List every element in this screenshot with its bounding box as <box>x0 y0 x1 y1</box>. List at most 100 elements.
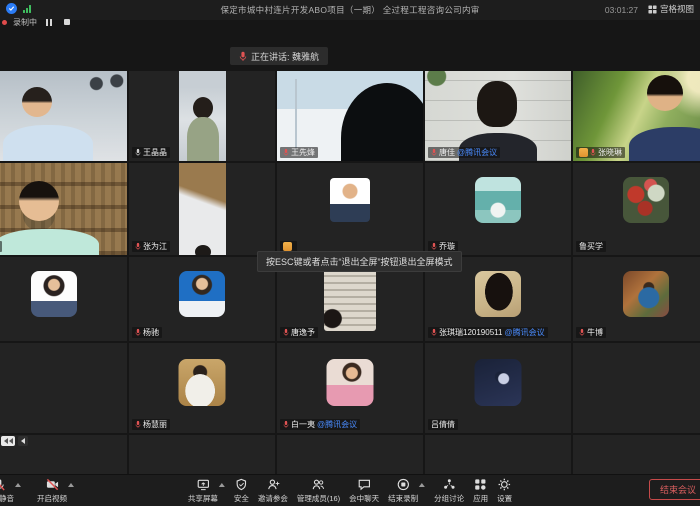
toolbar-center-group: 共享屏幕安全邀请参会管理成员(16) 会中聊天结束录制 分组讨论应用设置 <box>188 478 512 504</box>
meeting-title: 保定市城中村连片开发ABO项目（一期） 全过程工程咨询公司内审 <box>0 4 700 16</box>
exit-fullscreen-toast: 按ESC键或者点击“退出全屏”按钮退出全屏模式 <box>257 251 462 272</box>
participant-avatar <box>330 178 370 222</box>
participant-avatar <box>475 359 522 406</box>
participant-tile[interactable] <box>0 343 127 433</box>
toolbar-button-label: 设置 <box>497 493 512 504</box>
meeting-timer: 03:01:27 <box>605 5 638 15</box>
participant-tile[interactable] <box>277 163 423 255</box>
participant-name-label: 魏雅航 <box>0 241 2 252</box>
view-switch-button[interactable]: 宫格视图 <box>648 3 694 15</box>
chevron-up-icon[interactable] <box>68 483 74 487</box>
participant-tile[interactable]: 唐佳@腾讯会议 <box>425 71 571 161</box>
camera-off-icon <box>46 478 59 491</box>
record-stop-button[interactable]: 结束录制 <box>388 478 418 504</box>
toolbar-button-label: 解除静音 <box>0 493 14 504</box>
breakout-button[interactable]: 分组讨论 <box>434 478 464 504</box>
participant-avatar <box>623 177 669 223</box>
toolbar-button-label: 应用 <box>473 493 488 504</box>
toolbar-button-label: 结束录制 <box>388 493 418 504</box>
record-stop-icon <box>397 478 410 491</box>
mic-active-icon <box>239 51 247 62</box>
share-screen-icon <box>196 478 209 491</box>
participant-avatar <box>179 271 225 317</box>
share-screen-button[interactable]: 共享屏幕 <box>188 478 218 504</box>
participant-video <box>0 163 127 255</box>
mic-muted-icon <box>135 328 141 337</box>
participant-tile[interactable]: 魏雅航 <box>0 163 127 255</box>
toolbar-button-label: 会中聊天 <box>349 493 379 504</box>
gear-icon <box>498 478 511 491</box>
participant-avatar <box>327 359 374 406</box>
participant-tile[interactable] <box>0 257 127 341</box>
participant-tile[interactable]: 吕倩倩 <box>425 343 571 433</box>
gear-button[interactable]: 设置 <box>497 478 512 504</box>
shield-icon <box>235 478 248 491</box>
recording-label: 录制中 <box>13 17 37 28</box>
participant-name-label: 鲁买学 <box>576 241 606 252</box>
apps-icon <box>474 478 487 491</box>
participant-video-portrait <box>179 163 226 255</box>
participant-avatar <box>31 271 77 317</box>
mic-muted-icon <box>579 328 585 337</box>
mic-muted-icon <box>283 328 289 337</box>
members-icon <box>312 478 325 491</box>
members-button[interactable]: 管理成员(16) <box>297 478 340 504</box>
chevron-up-icon[interactable] <box>15 483 21 487</box>
chevron-up-icon[interactable] <box>219 483 225 487</box>
toolbar-button-label: 分组讨论 <box>434 493 464 504</box>
participant-name-label: 王先烽 <box>280 147 318 158</box>
participant-tile[interactable]: 王先烽 <box>277 71 423 161</box>
title-bar: 保定市城中村连片开发ABO项目（一期） 全过程工程咨询公司内审 03:01:27… <box>0 0 700 20</box>
participant-name-label: 白一夷@腾讯会议 <box>280 419 360 430</box>
gallery-pager <box>1 436 28 446</box>
mic-off-icon <box>0 478 6 491</box>
participant-tile[interactable]: 张为江 <box>129 163 275 255</box>
pause-recording-button[interactable] <box>43 17 55 27</box>
participant-name-label: 张晓琳 <box>576 147 625 158</box>
participant-video <box>0 71 127 161</box>
participant-name-label: 牛博 <box>576 327 606 338</box>
grid-view-icon <box>648 5 657 14</box>
mic-off-button[interactable]: 解除静音 <box>0 478 14 504</box>
invite-icon <box>266 478 279 491</box>
end-meeting-button[interactable]: 结束会议 <box>649 479 700 500</box>
toolbar-button-label: 邀请参会 <box>258 493 288 504</box>
camera-off-button[interactable]: 开启视频 <box>37 478 67 504</box>
chat-button[interactable]: 会中聊天 <box>349 478 379 504</box>
participant-name-label: 杨驰 <box>132 327 162 338</box>
participant-tile[interactable]: 杨慧丽 <box>129 343 275 433</box>
participant-tile[interactable]: 乔璇 <box>425 163 571 255</box>
participant-tile[interactable]: 牛博 <box>573 257 700 341</box>
mic-muted-icon <box>135 420 141 429</box>
participant-avatar <box>475 177 521 223</box>
apps-button[interactable]: 应用 <box>473 478 488 504</box>
chevron-left-icon[interactable] <box>18 436 28 446</box>
participant-avatar <box>475 271 521 317</box>
participant-name-label: 杨慧丽 <box>132 419 170 430</box>
toolbar-button-label: 安全 <box>234 493 249 504</box>
shield-button[interactable]: 安全 <box>234 478 249 504</box>
toolbar-left-group: 解除静音 开启视频 <box>0 478 74 504</box>
participant-name-label: 张琪瑞120190511@腾讯会议 <box>428 327 548 338</box>
participant-tile[interactable]: 张晓琳 <box>573 71 700 161</box>
participant-tile[interactable] <box>0 71 127 161</box>
mic-muted-icon <box>431 148 437 157</box>
participant-tile[interactable]: 王晶晶 <box>129 71 275 161</box>
participant-tile[interactable] <box>573 343 700 433</box>
participant-name-label: 张为江 <box>132 241 170 252</box>
mic-muted-icon <box>431 328 437 337</box>
participant-name-label: 吕倩倩 <box>428 419 458 430</box>
stop-recording-button[interactable] <box>61 17 73 27</box>
mic-muted-icon <box>283 420 289 429</box>
participant-tile[interactable]: 鲁买学 <box>573 163 700 255</box>
participant-avatar <box>179 359 226 406</box>
mic-muted-icon <box>283 148 289 157</box>
chevron-up-icon[interactable] <box>419 483 425 487</box>
invite-button[interactable]: 邀请参会 <box>258 478 288 504</box>
participant-tile[interactable]: 杨驰 <box>129 257 275 341</box>
participant-name-label: 王晶晶 <box>132 147 170 158</box>
participant-name-label: 唐佳@腾讯会议 <box>428 147 500 158</box>
participant-tile[interactable]: 白一夷@腾讯会议 <box>277 343 423 433</box>
pages-icon[interactable] <box>1 436 15 446</box>
participant-avatar <box>324 269 376 331</box>
